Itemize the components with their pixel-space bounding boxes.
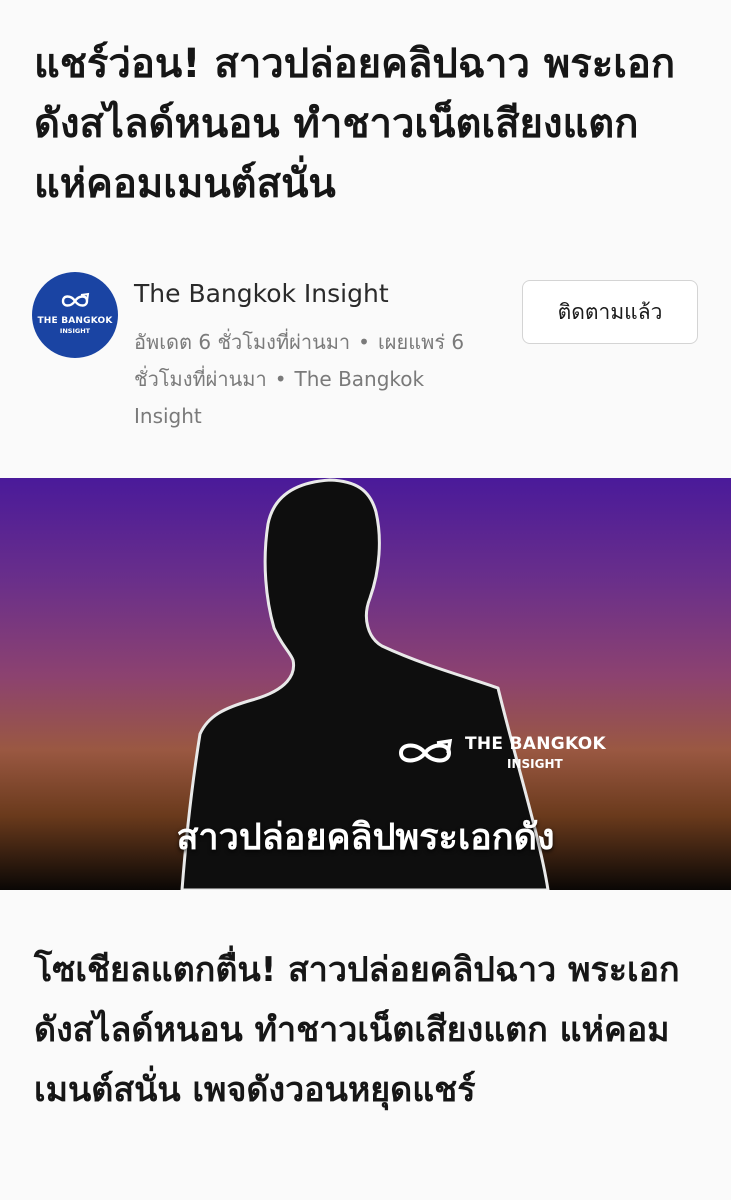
article-headline: แชร์ว่อน! สาวปล่อยคลิปฉาว พระเอกดังสไลด์… (34, 41, 676, 207)
publisher-name[interactable]: The Bangkok Insight (134, 279, 389, 308)
infinity-arrow-icon (61, 292, 90, 307)
article-subheadline: โซเชียลแตกตื่น! สาวปล่อยคลิปฉาว พระเอกดั… (34, 950, 680, 1110)
infinity-arrow-icon (398, 738, 453, 763)
byline: THE BANGKOK INSIGHT The Bangkok Insight … (32, 272, 702, 432)
publisher-logo[interactable]: THE BANGKOK INSIGHT (32, 272, 118, 358)
logo-text-line1: THE BANGKOK (37, 316, 113, 326)
hero-caption: สาวปล่อยคลิปพระเอกดัง (176, 817, 555, 858)
logo-text-line2: INSIGHT (59, 327, 91, 335)
updated-time: อัพเดต 6 ชั่วโมงที่ผ่านมา (134, 330, 351, 354)
follow-button[interactable]: ติดตามแล้ว (522, 280, 698, 344)
hero-image[interactable]: THE BANGKOK INSIGHT สาวปล่อยคลิปพระเอกดั… (0, 478, 731, 890)
separator-dot: • (358, 330, 370, 354)
separator-dot: • (274, 367, 287, 391)
hero-brand-line1: THE BANGKOK (465, 734, 606, 754)
article-meta: อัพเดต 6 ชั่วโมงที่ผ่านมา • เผยแพร่ 6 ชั่ว… (134, 324, 479, 435)
hero-brand-line2: INSIGHT (507, 757, 563, 771)
